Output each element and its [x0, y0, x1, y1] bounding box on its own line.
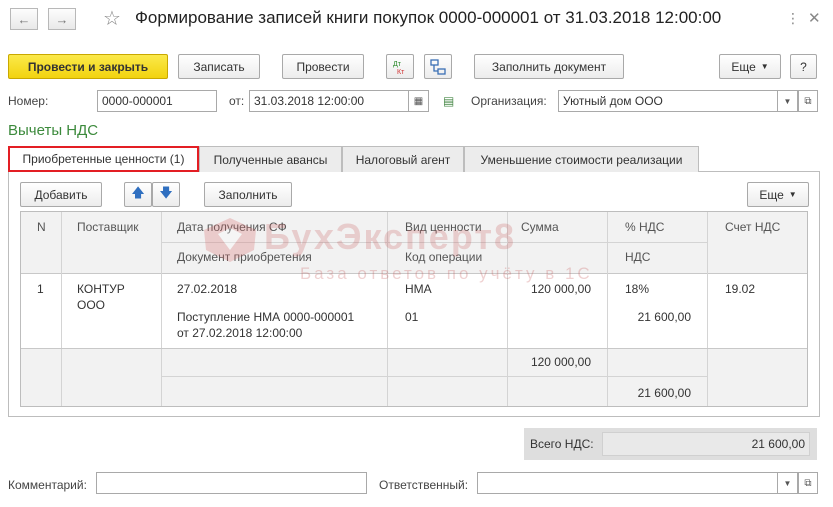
arrow-left-icon: ← — [17, 11, 31, 27]
col-amount[interactable]: Сумма — [521, 220, 559, 234]
responsible-dropdown-button[interactable]: ▼ — [778, 472, 798, 494]
date-field[interactable]: 31.03.2018 12:00:00 — [249, 90, 409, 112]
footer-amount-total: 120 000,00 — [530, 355, 591, 369]
row-operation-code[interactable]: 01 — [405, 310, 418, 324]
col-purchase-doc[interactable]: Документ приобретения — [177, 250, 312, 264]
close-icon[interactable]: ✕ — [808, 9, 821, 27]
responsible-label: Ответственный: — [379, 478, 469, 492]
organization-dropdown-button[interactable]: ▼ — [778, 90, 798, 112]
col-supplier[interactable]: Поставщик — [77, 220, 139, 234]
window-title: Формирование записей книги покупок 0000-… — [135, 8, 722, 27]
responsible-field[interactable] — [477, 472, 778, 494]
structure-icon — [430, 58, 446, 75]
document-status-icon: ▤ — [443, 94, 455, 108]
more-label: Еще — [731, 59, 756, 74]
arrow-up-icon: 🡅 — [131, 184, 145, 200]
row-n[interactable]: 1 — [37, 282, 44, 296]
forward-button[interactable]: → — [48, 8, 76, 30]
col-vat[interactable]: НДС — [625, 250, 650, 264]
post-and-close-button[interactable]: Провести и закрыть — [8, 54, 168, 79]
organization-field[interactable]: Уютный дом ООО — [558, 90, 778, 112]
table-more-label: Еще — [759, 187, 784, 202]
table-more-button[interactable]: Еще ▼ — [747, 182, 809, 207]
fill-document-button[interactable]: Заполнить документ — [474, 54, 624, 79]
comment-field[interactable] — [96, 472, 367, 494]
section-title: Вычеты НДС — [8, 122, 99, 139]
help-button[interactable]: ? — [790, 54, 817, 79]
number-label: Номер: — [8, 94, 49, 108]
move-up-button[interactable]: 🡅 — [124, 182, 152, 207]
total-vat-box: Всего НДС: 21 600,00 — [524, 428, 817, 460]
arrow-down-icon: 🡇 — [159, 184, 173, 200]
total-vat-label: Всего НДС: — [530, 437, 594, 451]
post-button[interactable]: Провести — [282, 54, 364, 79]
back-button[interactable]: ← — [10, 8, 38, 30]
dtkt-report-button[interactable]: Дт Кт — [386, 54, 414, 79]
col-sf-date[interactable]: Дата получения СФ — [177, 220, 287, 234]
caret-down-icon: ▼ — [783, 478, 792, 488]
more-vertical-icon[interactable]: ⋮ — [786, 10, 800, 27]
row-purchase-doc-line2[interactable]: от 27.02.2018 12:00:00 — [177, 326, 302, 340]
svg-text:Дт: Дт — [393, 61, 402, 68]
footer-vat-total: 21 600,00 — [637, 386, 691, 400]
comment-label: Комментарий: — [8, 478, 87, 492]
calendar-button[interactable]: ▦ — [409, 90, 429, 112]
tab-sales-value-reduction[interactable]: Уменьшение стоимости реализации — [464, 146, 699, 172]
row-amount[interactable]: 120 000,00 — [507, 282, 591, 296]
date-label: от: — [229, 94, 245, 108]
caret-down-icon: ▼ — [788, 190, 797, 199]
col-vat-account[interactable]: Счет НДС — [725, 220, 780, 234]
responsible-open-button[interactable]: ⧉ — [798, 472, 818, 494]
row-purchase-doc-line1[interactable]: Поступление НМА 0000-000001 — [177, 310, 354, 324]
dtkt-icon: Дт Кт — [393, 61, 405, 75]
col-operation-code[interactable]: Код операции — [405, 250, 482, 264]
col-vat-percent[interactable]: % НДС — [625, 220, 664, 234]
row-supplier-line1[interactable]: КОНТУР — [77, 282, 125, 296]
row-vat[interactable]: 21 600,00 — [607, 310, 691, 324]
number-field[interactable]: 0000-000001 — [97, 90, 217, 112]
fill-table-button[interactable]: Заполнить — [204, 182, 292, 207]
caret-down-icon: ▼ — [760, 62, 769, 71]
add-row-button[interactable]: Добавить — [20, 182, 102, 207]
row-value-type[interactable]: НМА — [405, 282, 432, 296]
col-n[interactable]: N — [37, 220, 46, 234]
calendar-icon: ▦ — [413, 95, 424, 107]
favorite-star-icon[interactable]: ☆ — [103, 6, 121, 31]
row-vat-percent[interactable]: 18% — [625, 282, 649, 296]
move-down-button[interactable]: 🡇 — [152, 182, 180, 207]
col-value-type[interactable]: Вид ценности — [405, 220, 482, 234]
save-button[interactable]: Записать — [178, 54, 260, 79]
tab-received-advances[interactable]: Полученные авансы — [199, 146, 342, 172]
caret-down-icon: ▼ — [783, 96, 792, 106]
tab-acquired-values[interactable]: Приобретенные ценности (1) — [8, 146, 199, 172]
arrow-right-icon: → — [55, 11, 69, 27]
tab-tax-agent[interactable]: Налоговый агент — [342, 146, 464, 172]
open-icon: ⧉ — [804, 95, 812, 107]
purchases-table: N Поставщик Дата получения СФ Документ п… — [20, 211, 808, 407]
organization-label: Организация: — [471, 94, 547, 108]
svg-text:Кт: Кт — [397, 69, 405, 75]
structure-button[interactable] — [424, 54, 452, 79]
more-menu-button[interactable]: Еще ▼ — [719, 54, 781, 79]
row-vat-account[interactable]: 19.02 — [725, 282, 755, 296]
total-vat-value: 21 600,00 — [602, 432, 810, 456]
organization-open-button[interactable]: ⧉ — [798, 90, 818, 112]
row-supplier-line2[interactable]: ООО — [77, 298, 105, 312]
row-sf-date[interactable]: 27.02.2018 — [177, 282, 237, 296]
open-icon: ⧉ — [804, 477, 812, 489]
